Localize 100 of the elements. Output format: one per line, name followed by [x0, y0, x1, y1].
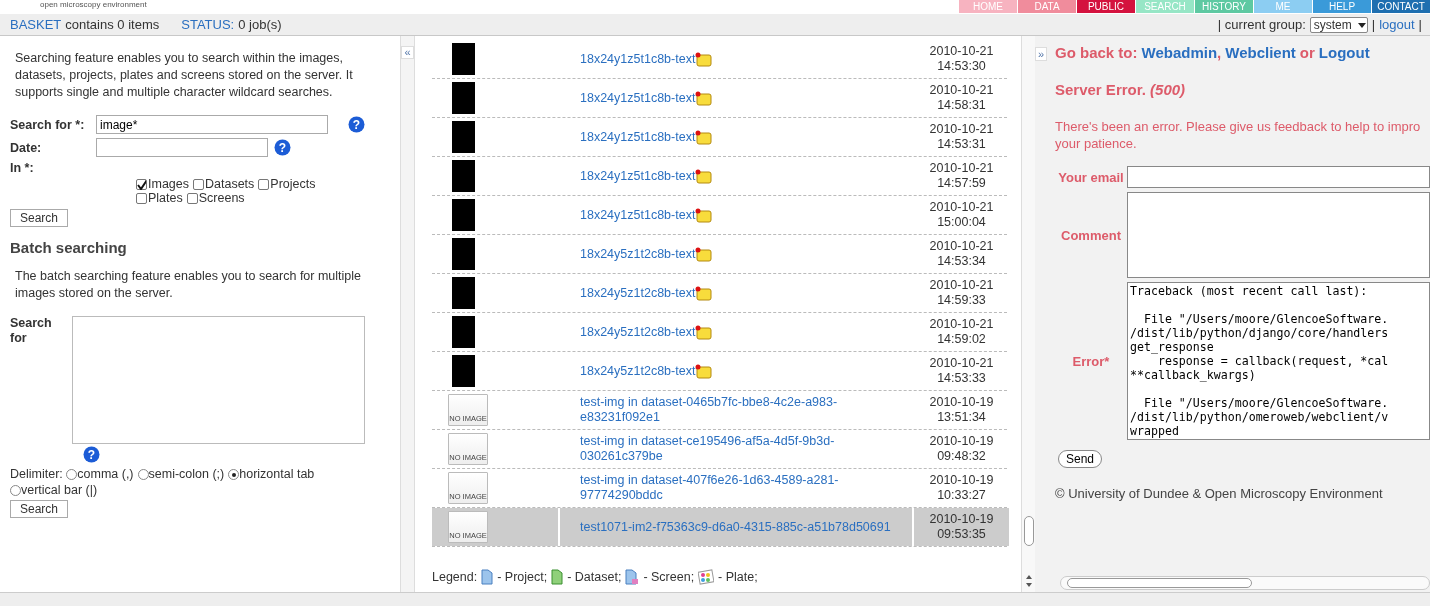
in-label: In *:	[10, 161, 35, 175]
thumbnail	[452, 160, 475, 192]
link-separator: ,	[1217, 44, 1222, 61]
scroll-thumb[interactable]	[1067, 578, 1252, 588]
image-link[interactable]: 18x24y5z1t2c8b-text	[580, 285, 696, 301]
result-row[interactable]: 18x24y5z1t2c8b-text 2010-10-21 14:59:02	[432, 313, 1007, 352]
image-link[interactable]: test-img in dataset-0465b7fc-bbe8-4c2e-a983-e83231f092e1	[580, 395, 910, 425]
error-message: There's been an error. Please give us feedback to help to impro your patience.	[1055, 118, 1422, 152]
copyright: © University of Dundee & Open Microscopy Environment	[1055, 486, 1384, 501]
image-link[interactable]: 18x24y1z5t1c8b-text	[580, 51, 696, 67]
status-text: 0 job(s)	[238, 17, 282, 32]
image-link[interactable]: test-img in dataset-ce195496-af5a-4d5f-9b3d-030261c379be	[580, 434, 910, 464]
result-row[interactable]: 18x24y1z5t1c8b-text 2010-10-21 15:00:04	[432, 196, 1007, 235]
result-row[interactable]: 18x24y5z1t2c8b-text 2010-10-21 14:53:34	[432, 235, 1007, 274]
type-checkbox[interactable]	[136, 192, 147, 204]
error-field[interactable]: Traceback (most recent call last): File "/Users/moore/GlencoeSoftware. /dist/lib/python/django/core/handlers get_response response = callback(request, *cal **callback_kwargs) File "/Users/moore/GlencoeSoftware. /dist/lib/python/omeroweb/webclient/v wrapped	[1127, 282, 1430, 440]
nav-tab[interactable]: CONTACT	[1372, 0, 1430, 13]
legend-text: - Dataset;	[567, 570, 622, 584]
date-text: 2010-10-19 09:48:32	[928, 434, 995, 464]
result-row[interactable]: 18x24y1z5t1c8b-text 2010-10-21 14:53:30	[432, 40, 1007, 79]
delimiter-radio[interactable]: vertical bar (|)	[10, 482, 98, 498]
nav-tab[interactable]: HELP	[1313, 0, 1371, 13]
date-text: 2010-10-21 14:58:31	[928, 83, 995, 113]
image-link[interactable]: 18x24y5z1t2c8b-text	[580, 324, 696, 340]
logout-link[interactable]: logout	[1379, 17, 1415, 32]
search-intro: Searching feature enables you to search within the images, datasets, projects, plates and screens stored on the server. It supports single and multiple character wildcard searches.	[15, 50, 354, 101]
checkbox-label: Screens	[198, 191, 245, 205]
thumbnail	[452, 82, 475, 114]
legend-text: - Screen;	[643, 570, 695, 584]
plate-icon	[698, 569, 715, 585]
result-row[interactable]: 18x24y1z5t1c8b-text 2010-10-21 14:57:59	[432, 157, 1007, 196]
group-label: | current group:	[1217, 17, 1306, 32]
date-text: 2010-10-19 09:53:35	[928, 512, 995, 542]
date-text: 2010-10-21 14:53:31	[928, 122, 995, 152]
batch-search-button[interactable]: Search	[10, 500, 68, 518]
batch-label: Search for	[10, 316, 53, 346]
result-row[interactable]: 18x24y1z5t1c8b-text 2010-10-21 14:58:31	[432, 79, 1007, 118]
date-label: Date:	[10, 140, 43, 155]
image-link[interactable]: test-img in dataset-407f6e26-1d63-4589-a281-97774290bddc	[580, 473, 910, 503]
status-link[interactable]: STATUS:	[181, 17, 235, 32]
screen-folder-icon	[625, 569, 640, 585]
comment-field[interactable]	[1127, 192, 1430, 278]
date-text: 2010-10-19 10:33:27	[928, 473, 995, 503]
nav-tab[interactable]: PUBLIC	[1077, 0, 1135, 13]
link-separator: or	[1299, 44, 1315, 61]
help-icon[interactable]: ?	[348, 116, 365, 133]
image-link[interactable]: 18x24y1z5t1c8b-text	[580, 207, 696, 223]
image-link[interactable]: 18x24y1z5t1c8b-text	[580, 129, 696, 145]
type-checkbox[interactable]	[258, 178, 270, 190]
basket-link[interactable]: BASKET	[10, 17, 62, 32]
go-back-label: Go back to:	[1055, 44, 1138, 61]
nav-link[interactable]: Logout	[1318, 44, 1370, 61]
checkmark-icon	[137, 179, 146, 190]
checkbox-label: Images	[148, 177, 189, 191]
delimiter-label: Delimiter:	[10, 467, 64, 481]
scroll-arrows-icon[interactable]	[1024, 574, 1033, 588]
vertical-scrollbar[interactable]	[1021, 36, 1035, 592]
date-field[interactable]	[96, 138, 268, 157]
image-link[interactable]: 18x24y5z1t2c8b-text	[580, 246, 696, 262]
image-link[interactable]: 18x24y1z5t1c8b-text	[580, 90, 696, 106]
send-button[interactable]: Send	[1058, 450, 1102, 468]
batch-field[interactable]	[72, 316, 365, 444]
horizontal-scrollbar[interactable]	[1060, 576, 1430, 590]
nav-link[interactable]: Webclient	[1225, 44, 1296, 61]
folder-icon	[551, 569, 564, 585]
basket-text: contains 0 items	[65, 17, 160, 32]
thumbnail	[452, 316, 475, 348]
image-link[interactable]: 18x24y1z5t1c8b-text	[580, 168, 696, 184]
scroll-thumb[interactable]	[1023, 516, 1034, 546]
legend-text: - Project;	[497, 570, 548, 584]
type-checkbox[interactable]	[186, 192, 198, 204]
help-icon[interactable]: ?	[83, 446, 100, 463]
result-row[interactable]: 18x24y1z5t1c8b-text 2010-10-21 14:53:31	[432, 118, 1007, 157]
checkbox-label: Plates	[148, 191, 183, 205]
nav-link[interactable]: Webadmin	[1141, 44, 1218, 61]
image-link[interactable]: 18x24y5z1t2c8b-text	[580, 363, 696, 379]
expand-toggle[interactable]: »	[1035, 47, 1048, 61]
result-row[interactable]: 18x24y5z1t2c8b-text 2010-10-21 14:59:33	[432, 274, 1007, 313]
delimiter-radio[interactable]: semi-colon (;)	[137, 466, 225, 482]
thumbnail	[452, 121, 475, 153]
batch-title: Batch searching	[10, 239, 128, 256]
collapse-toggle[interactable]: «	[401, 46, 414, 59]
email-field[interactable]	[1127, 166, 1430, 188]
group-select[interactable]: system	[1309, 16, 1368, 33]
thumbnail	[452, 355, 475, 387]
date-text: 2010-10-21 15:00:04	[928, 200, 995, 230]
help-icon[interactable]: ?	[274, 139, 291, 156]
date-text: 2010-10-21 14:53:34	[928, 239, 995, 269]
thumbnail	[452, 238, 475, 270]
type-checkbox[interactable]	[193, 178, 204, 190]
date-text: 2010-10-21 14:53:33	[928, 356, 995, 386]
delimiter-radio[interactable]: horizontal tab	[228, 466, 315, 482]
date-text: 2010-10-19 13:51:34	[928, 395, 995, 425]
type-checkbox[interactable]	[136, 178, 147, 190]
result-row[interactable]: 18x24y5z1t2c8b-text 2010-10-21 14:53:33	[432, 352, 1007, 391]
search-button[interactable]: Search	[10, 209, 68, 227]
search-field[interactable]: image*	[96, 115, 328, 134]
thumbnail	[452, 43, 475, 75]
brand-tagline: open microscopy environment	[40, 0, 147, 9]
delimiter-radio[interactable]: comma (,)	[66, 466, 134, 482]
